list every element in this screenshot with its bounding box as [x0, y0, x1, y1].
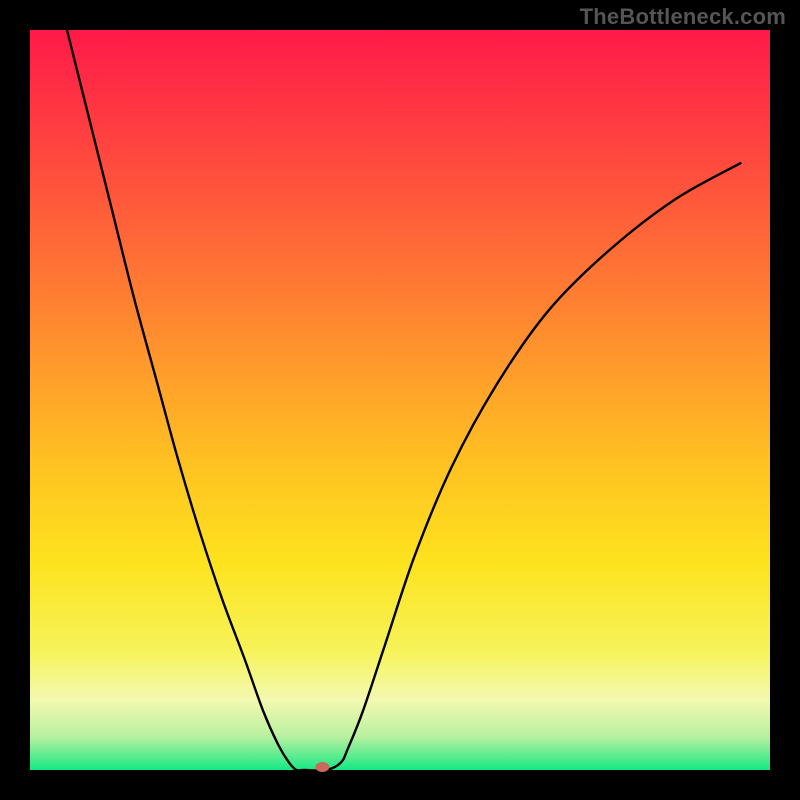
chart-stage: TheBottleneck.com: [0, 0, 800, 800]
plot-background: [30, 30, 770, 770]
optimum-marker: [315, 762, 329, 772]
bottleneck-chart: [0, 0, 800, 800]
